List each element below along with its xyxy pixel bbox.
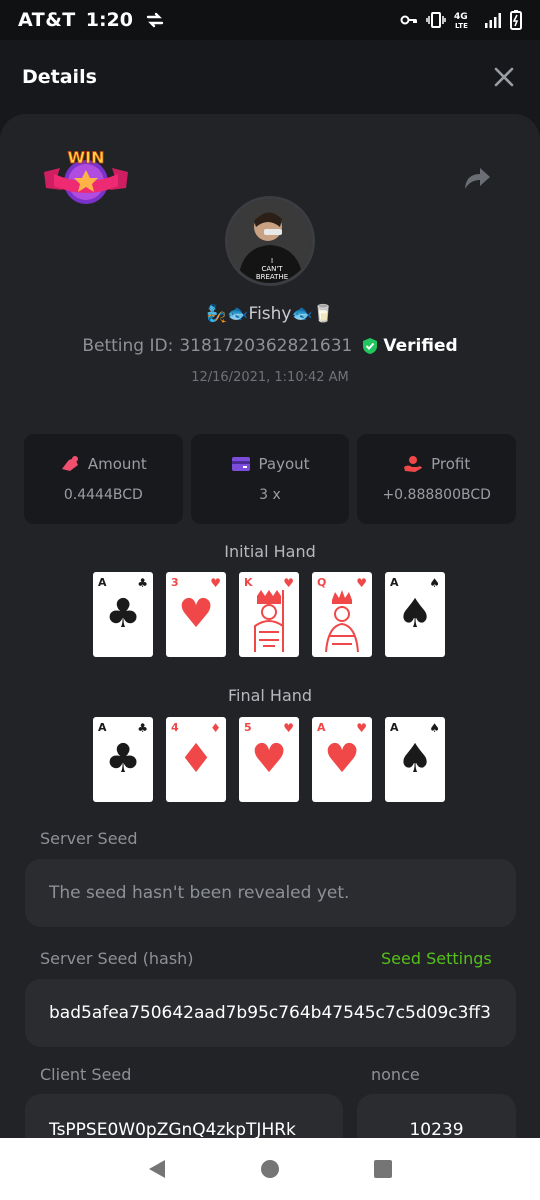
final-hand-title: Final Hand — [227, 686, 313, 705]
initial-card-2: 3 ♥ ♥ — [166, 572, 226, 657]
card-suit-corner: ♦ — [210, 721, 221, 735]
card-suit-corner: ♥ — [356, 721, 367, 735]
key-icon — [400, 15, 417, 25]
svg-text:CAN'T: CAN'T — [261, 265, 283, 273]
final-card-5: A ♠ ♠ — [385, 717, 445, 802]
close-icon — [494, 67, 514, 87]
share-icon[interactable] — [462, 166, 492, 192]
avatar: I CAN'T BREATHE — [225, 196, 315, 286]
verified-badge: Verified — [362, 336, 458, 356]
card-suit-corner: ♠ — [429, 576, 440, 590]
initial-card-1: A ♣ ♣ — [93, 572, 153, 657]
queen-face-icon — [325, 590, 359, 652]
stat-payout-value: 3 x — [259, 487, 281, 503]
stat-amount-label: Amount — [87, 455, 147, 473]
client-seed-field[interactable]: TsPPSE0W0pZGnQ4zkpTJHRk — [25, 1094, 343, 1138]
profit-icon — [404, 456, 423, 472]
svg-text:LTE: LTE — [455, 22, 468, 30]
king-face-icon — [254, 590, 284, 652]
card-suit: ♥ — [178, 591, 214, 637]
svg-text:WIN: WIN — [68, 148, 105, 167]
card-rank: A — [98, 576, 107, 589]
stat-profit: Profit +0.888800BCD — [357, 434, 517, 524]
card-rank: A — [317, 721, 326, 734]
stat-payout-label: Payout — [258, 455, 310, 473]
initial-hand: A ♣ ♣ 3 ♥ ♥ K ♥ Q ♥ A ♠ ♠ — [93, 572, 447, 657]
stat-amount-value: 0.4444BCD — [63, 487, 143, 503]
win-badge-icon: WIN — [44, 148, 128, 204]
nonce-label: nonce — [371, 1065, 420, 1084]
vibrate-icon — [426, 12, 446, 28]
card-suit: ♣ — [105, 736, 141, 782]
card-rank: 4 — [171, 721, 179, 734]
bet-timestamp: 12/16/2021, 1:10:42 AM — [191, 370, 349, 385]
card-suit-corner: ♥ — [283, 721, 294, 735]
carrier-label: AT&T — [18, 9, 76, 31]
stat-payout: Payout 3 x — [190, 434, 350, 524]
initial-card-4: Q ♥ — [312, 572, 372, 657]
final-card-3: 5 ♥ ♥ — [239, 717, 299, 802]
svg-text:BREATHE: BREATHE — [256, 273, 288, 281]
initial-hand-title: Initial Hand — [224, 542, 316, 561]
stat-profit-value: +0.888800BCD — [382, 487, 491, 503]
card-rank: A — [390, 576, 399, 589]
close-button[interactable] — [490, 63, 518, 91]
card-suit: ♣ — [105, 591, 141, 637]
card-suit-corner: ♣ — [137, 721, 148, 735]
card-suit: ♠ — [397, 736, 433, 782]
card-suit-corner: ♠ — [429, 721, 440, 735]
details-header: Details — [0, 40, 540, 114]
initial-card-3: K ♥ — [239, 572, 299, 657]
home-icon[interactable] — [259, 1158, 281, 1180]
server-seed-hash-field[interactable]: bad5afea750642aad7b95c764b47545c7c5d09c3… — [25, 979, 516, 1047]
recents-icon[interactable] — [372, 1158, 394, 1180]
card-suit: ♦ — [178, 736, 214, 782]
svg-text:4G: 4G — [454, 12, 468, 22]
back-icon[interactable] — [146, 1158, 168, 1180]
card-rank: 3 — [171, 576, 179, 589]
amount-icon — [61, 456, 78, 471]
battery-icon — [510, 10, 522, 30]
final-card-4: A ♥ ♥ — [312, 717, 372, 802]
card-rank: A — [98, 721, 107, 734]
nonce-field[interactable]: 10239 — [357, 1094, 516, 1138]
final-hand: A ♣ ♣ 4 ♦ ♦ 5 ♥ ♥ A ♥ ♥ A ♠ ♠ — [93, 717, 447, 802]
server-seed-field[interactable]: The seed hasn't been revealed yet. — [25, 859, 516, 927]
final-card-2: 4 ♦ ♦ — [166, 717, 226, 802]
betting-id-row: Betting ID: 3181720362821631 Verified — [0, 336, 540, 356]
stat-profit-label: Profit — [431, 455, 471, 473]
server-seed-label: Server Seed — [40, 829, 138, 848]
card-suit-corner: ♥ — [210, 576, 221, 590]
initial-card-5: A ♠ ♠ — [385, 572, 445, 657]
seed-settings-link[interactable]: Seed Settings — [381, 949, 492, 968]
status-bar: AT&T 1:20 4G LTE — [0, 0, 540, 40]
card-suit-corner: ♣ — [137, 576, 148, 590]
username: 🧞🐟Fishy🐟🥛 — [206, 304, 334, 324]
final-card-1: A ♣ ♣ — [93, 717, 153, 802]
signal-icon — [485, 13, 501, 28]
betting-id-value: 3181720362821631 — [179, 336, 353, 356]
betting-id-label: Betting ID: — [82, 336, 174, 356]
bet-stats: Amount 0.4444BCD Payout 3 x Profit +0.88… — [24, 434, 517, 524]
client-seed-label: Client Seed — [40, 1065, 132, 1084]
card-rank: 5 — [244, 721, 252, 734]
network-4g-icon: 4GLTE — [454, 12, 468, 30]
payout-icon — [231, 457, 250, 471]
verified-label: Verified — [383, 336, 458, 356]
server-seed-hash-label: Server Seed (hash) — [40, 949, 194, 968]
card-rank: A — [390, 721, 399, 734]
svg-text:I: I — [271, 257, 273, 265]
stat-amount: Amount 0.4444BCD — [24, 434, 183, 524]
bet-details-card: WIN I CAN'T BREATHE 🧞🐟Fishy🐟🥛 Betting ID… — [0, 114, 540, 1138]
card-suit: ♥ — [251, 736, 287, 782]
clock: 1:20 — [85, 9, 133, 31]
system-nav-bar — [0, 1138, 540, 1200]
page-title: Details — [22, 66, 97, 88]
data-saver-icon — [146, 12, 164, 28]
card-suit: ♥ — [324, 736, 360, 782]
card-suit: ♠ — [397, 591, 433, 637]
verified-shield-icon — [363, 338, 378, 354]
